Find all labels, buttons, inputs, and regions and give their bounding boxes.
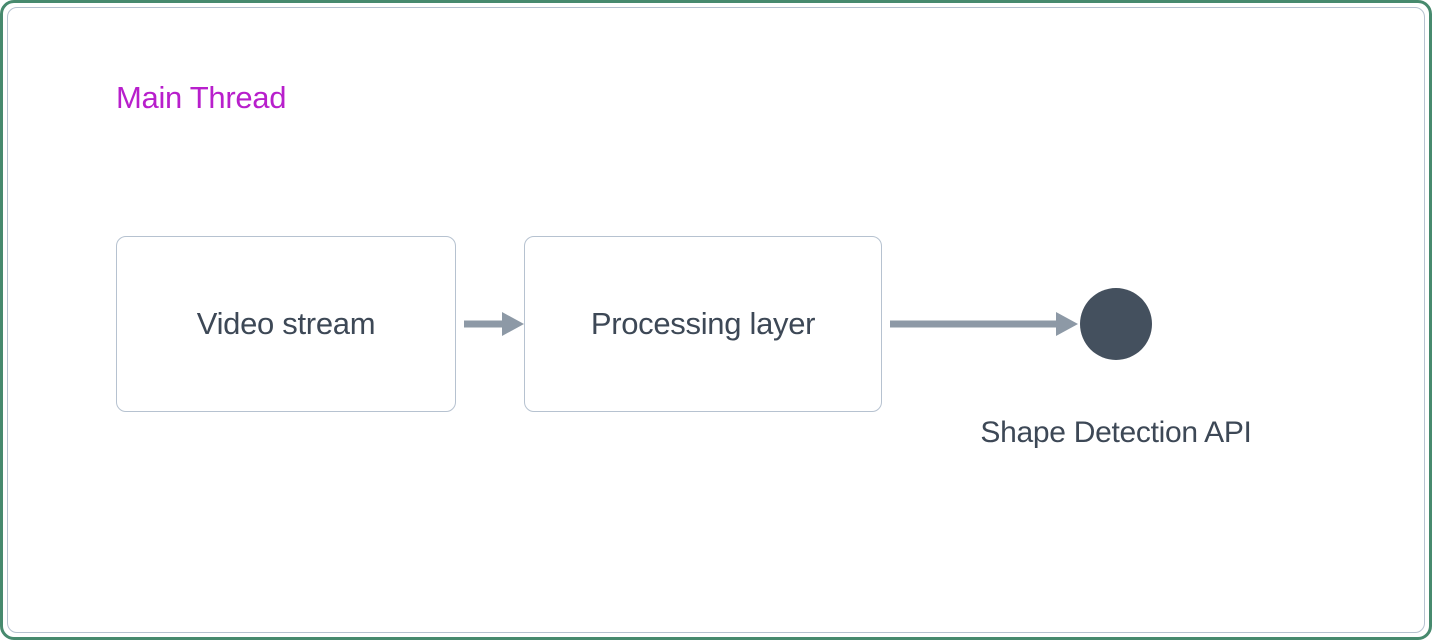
node-shape-detection-api: Shape Detection API [1080, 288, 1152, 360]
arrow-icon [882, 304, 1080, 344]
diagram-inner-frame: Main Thread Video stream Processing laye… [7, 7, 1425, 633]
node-video-stream: Video stream [116, 236, 456, 412]
node-processing-layer: Processing layer [524, 236, 882, 412]
node-shape-detection-api-label: Shape Detection API [980, 416, 1251, 450]
diagram-outer-frame: Main Thread Video stream Processing laye… [0, 0, 1432, 640]
endpoint-circle-icon [1080, 288, 1152, 360]
flow-row: Video stream Processing layer Shape [116, 236, 1152, 412]
node-video-stream-label: Video stream [197, 306, 375, 342]
node-processing-layer-label: Processing layer [591, 306, 815, 342]
thread-title: Main Thread [116, 80, 286, 116]
arrow-icon [456, 304, 524, 344]
